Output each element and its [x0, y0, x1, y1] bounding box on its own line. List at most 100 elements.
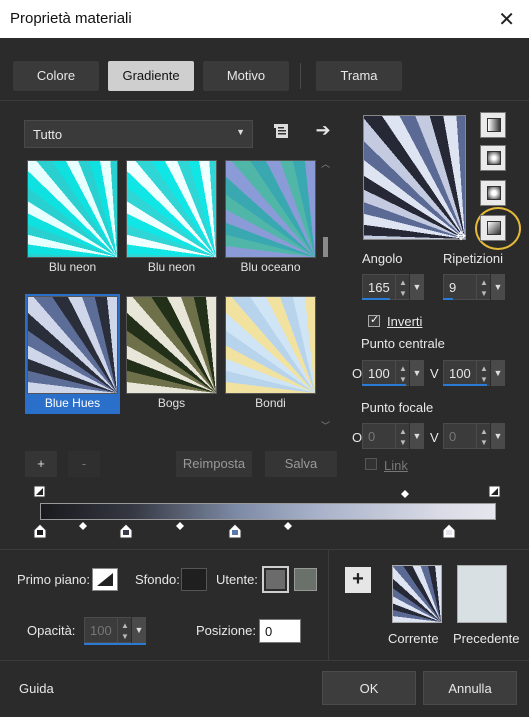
center-v-dropdown-caret[interactable]: ▼ [491, 360, 505, 386]
category-dropdown[interactable]: Tutto ▼ [24, 120, 253, 148]
color-stop[interactable] [228, 523, 242, 539]
center-v-input[interactable]: 100 [443, 360, 477, 386]
midpoint-marker [79, 522, 87, 530]
position-label: Posizione: [196, 623, 256, 638]
current-material-swatch[interactable] [392, 565, 442, 623]
focal-h-stepper[interactable]: ▲ ▼ [396, 423, 409, 449]
midpoint-marker [176, 522, 184, 530]
gradient-preview-blu-neon-1 [27, 160, 118, 258]
user-swatch-1[interactable] [262, 566, 289, 593]
repeats-dropdown-caret[interactable]: ▼ [491, 274, 505, 300]
gradient-label: Bondi [255, 396, 286, 410]
scroll-thumb[interactable] [323, 237, 328, 257]
gradient-swatch[interactable]: Bondi [223, 294, 318, 414]
opacity-dropdown-caret[interactable]: ▼ [132, 617, 146, 643]
tab-gradiente[interactable]: Gradiente [108, 61, 194, 91]
scroll-down-icon[interactable]: ﹀ [321, 419, 330, 432]
focal-h-input[interactable]: 0 [362, 423, 396, 449]
opacity-input[interactable]: 100 [84, 617, 118, 643]
center-h-input[interactable]: 100 [362, 360, 396, 386]
background-label: Sfondo: [135, 572, 180, 587]
previous-material-swatch[interactable] [457, 565, 507, 623]
center-h-dropdown-caret[interactable]: ▼ [410, 360, 424, 386]
gradient-preview-blu-oceano [225, 160, 316, 258]
gradient-label: Blu neon [48, 260, 97, 274]
tab-motivo[interactable]: Motivo [203, 61, 289, 91]
center-v-stepper[interactable]: ▲ ▼ [477, 360, 490, 386]
gradient-swatch[interactable]: Blu neon [25, 158, 120, 278]
foreground-swatch[interactable] [92, 568, 118, 591]
center-v-slider[interactable] [443, 384, 487, 386]
midpoint-marker [401, 490, 409, 498]
gradient-list-scrollbar[interactable]: ︿ ﹀ [319, 157, 331, 435]
opacity-stepper[interactable]: ▲ ▼ [118, 617, 131, 643]
arrow-right-icon[interactable]: ➔ [312, 120, 334, 142]
repeats-stepper[interactable]: ▲ ▼ [477, 274, 490, 300]
footer-divider [0, 660, 529, 661]
center-h-slider[interactable] [362, 384, 406, 386]
window-title: Proprietà materiali [10, 10, 132, 27]
gradient-bar[interactable] [40, 503, 496, 520]
invert-label: Inverti [387, 314, 423, 329]
invert-checkbox[interactable]: ✓ [368, 314, 380, 327]
repeats-slider[interactable] [443, 298, 453, 300]
gradient-preview[interactable] [363, 115, 466, 240]
center-point-label: Punto centrale [361, 336, 445, 351]
rectangular-gradient-button[interactable] [480, 145, 506, 171]
remove-gradient-button[interactable]: - [68, 451, 100, 477]
color-stop[interactable] [33, 523, 47, 539]
linear-gradient-button[interactable] [480, 112, 506, 138]
gradient-swatch[interactable]: Blue Hues [25, 294, 120, 414]
reset-button[interactable]: Reimposta [176, 451, 252, 477]
scroll-up-icon[interactable]: ︿ [321, 157, 330, 170]
category-selected: Tutto [33, 127, 63, 142]
repeats-input[interactable]: 9 [443, 274, 477, 300]
gradient-label: Blu oceano [240, 260, 301, 274]
color-stop[interactable] [442, 523, 456, 539]
user-swatch-2[interactable] [294, 568, 317, 591]
tab-panel-divider [0, 100, 529, 101]
focal-v-prefix: V [430, 430, 439, 445]
gradient-preview-bondi [225, 296, 316, 394]
opacity-stop[interactable] [488, 485, 501, 498]
color-stop[interactable] [119, 523, 133, 539]
position-input[interactable]: 0 [259, 619, 301, 643]
angle-stepper[interactable]: ▲ ▼ [396, 274, 409, 300]
gradient-swatch[interactable]: Blu oceano [223, 158, 318, 278]
opacity-stop[interactable] [33, 485, 46, 498]
opacity-label: Opacità: [27, 623, 76, 638]
link-checkbox[interactable] [365, 458, 377, 470]
link-label: Link [384, 458, 408, 473]
add-to-swatches-button[interactable]: + [345, 567, 371, 593]
focal-v-stepper[interactable]: ▲ ▼ [477, 423, 490, 449]
radial-gradient-button[interactable] [480, 215, 506, 241]
center-h-stepper[interactable]: ▲ ▼ [396, 360, 409, 386]
background-swatch[interactable] [181, 568, 207, 591]
center-h-prefix: O [352, 366, 363, 381]
gradient-library-icon[interactable] [271, 122, 293, 144]
opacity-slider[interactable] [84, 643, 146, 645]
angle-slider[interactable] [362, 298, 390, 300]
chevron-down-icon: ▼ [236, 127, 245, 137]
tab-trama[interactable]: Trama [316, 61, 402, 91]
angle-dropdown-caret[interactable]: ▼ [410, 274, 424, 300]
gradient-label: Bogs [157, 396, 186, 410]
crosshair-icon[interactable]: ✥ [456, 229, 466, 243]
ok-button[interactable]: OK [322, 671, 416, 705]
focal-v-input[interactable]: 0 [443, 423, 477, 449]
angle-input[interactable]: 165 [362, 274, 396, 300]
gradient-preview-blu-neon-2 [126, 160, 217, 258]
focal-v-dropdown-caret[interactable]: ▼ [491, 423, 505, 449]
gradient-swatch[interactable]: Blu neon [124, 158, 219, 278]
gradient-swatch[interactable]: Bogs [124, 294, 219, 414]
sunburst-gradient-button[interactable] [480, 180, 506, 206]
focal-h-dropdown-caret[interactable]: ▼ [410, 423, 424, 449]
tab-colore[interactable]: Colore [13, 61, 99, 91]
title-bar: Proprietà materiali ✕ [0, 0, 529, 38]
help-link[interactable]: Guida [19, 681, 54, 696]
close-icon[interactable]: ✕ [498, 7, 515, 32]
cancel-button[interactable]: Annulla [423, 671, 517, 705]
save-button[interactable]: Salva [265, 451, 337, 477]
foreground-label: Primo piano: [17, 572, 90, 587]
add-gradient-button[interactable]: + [25, 451, 57, 477]
